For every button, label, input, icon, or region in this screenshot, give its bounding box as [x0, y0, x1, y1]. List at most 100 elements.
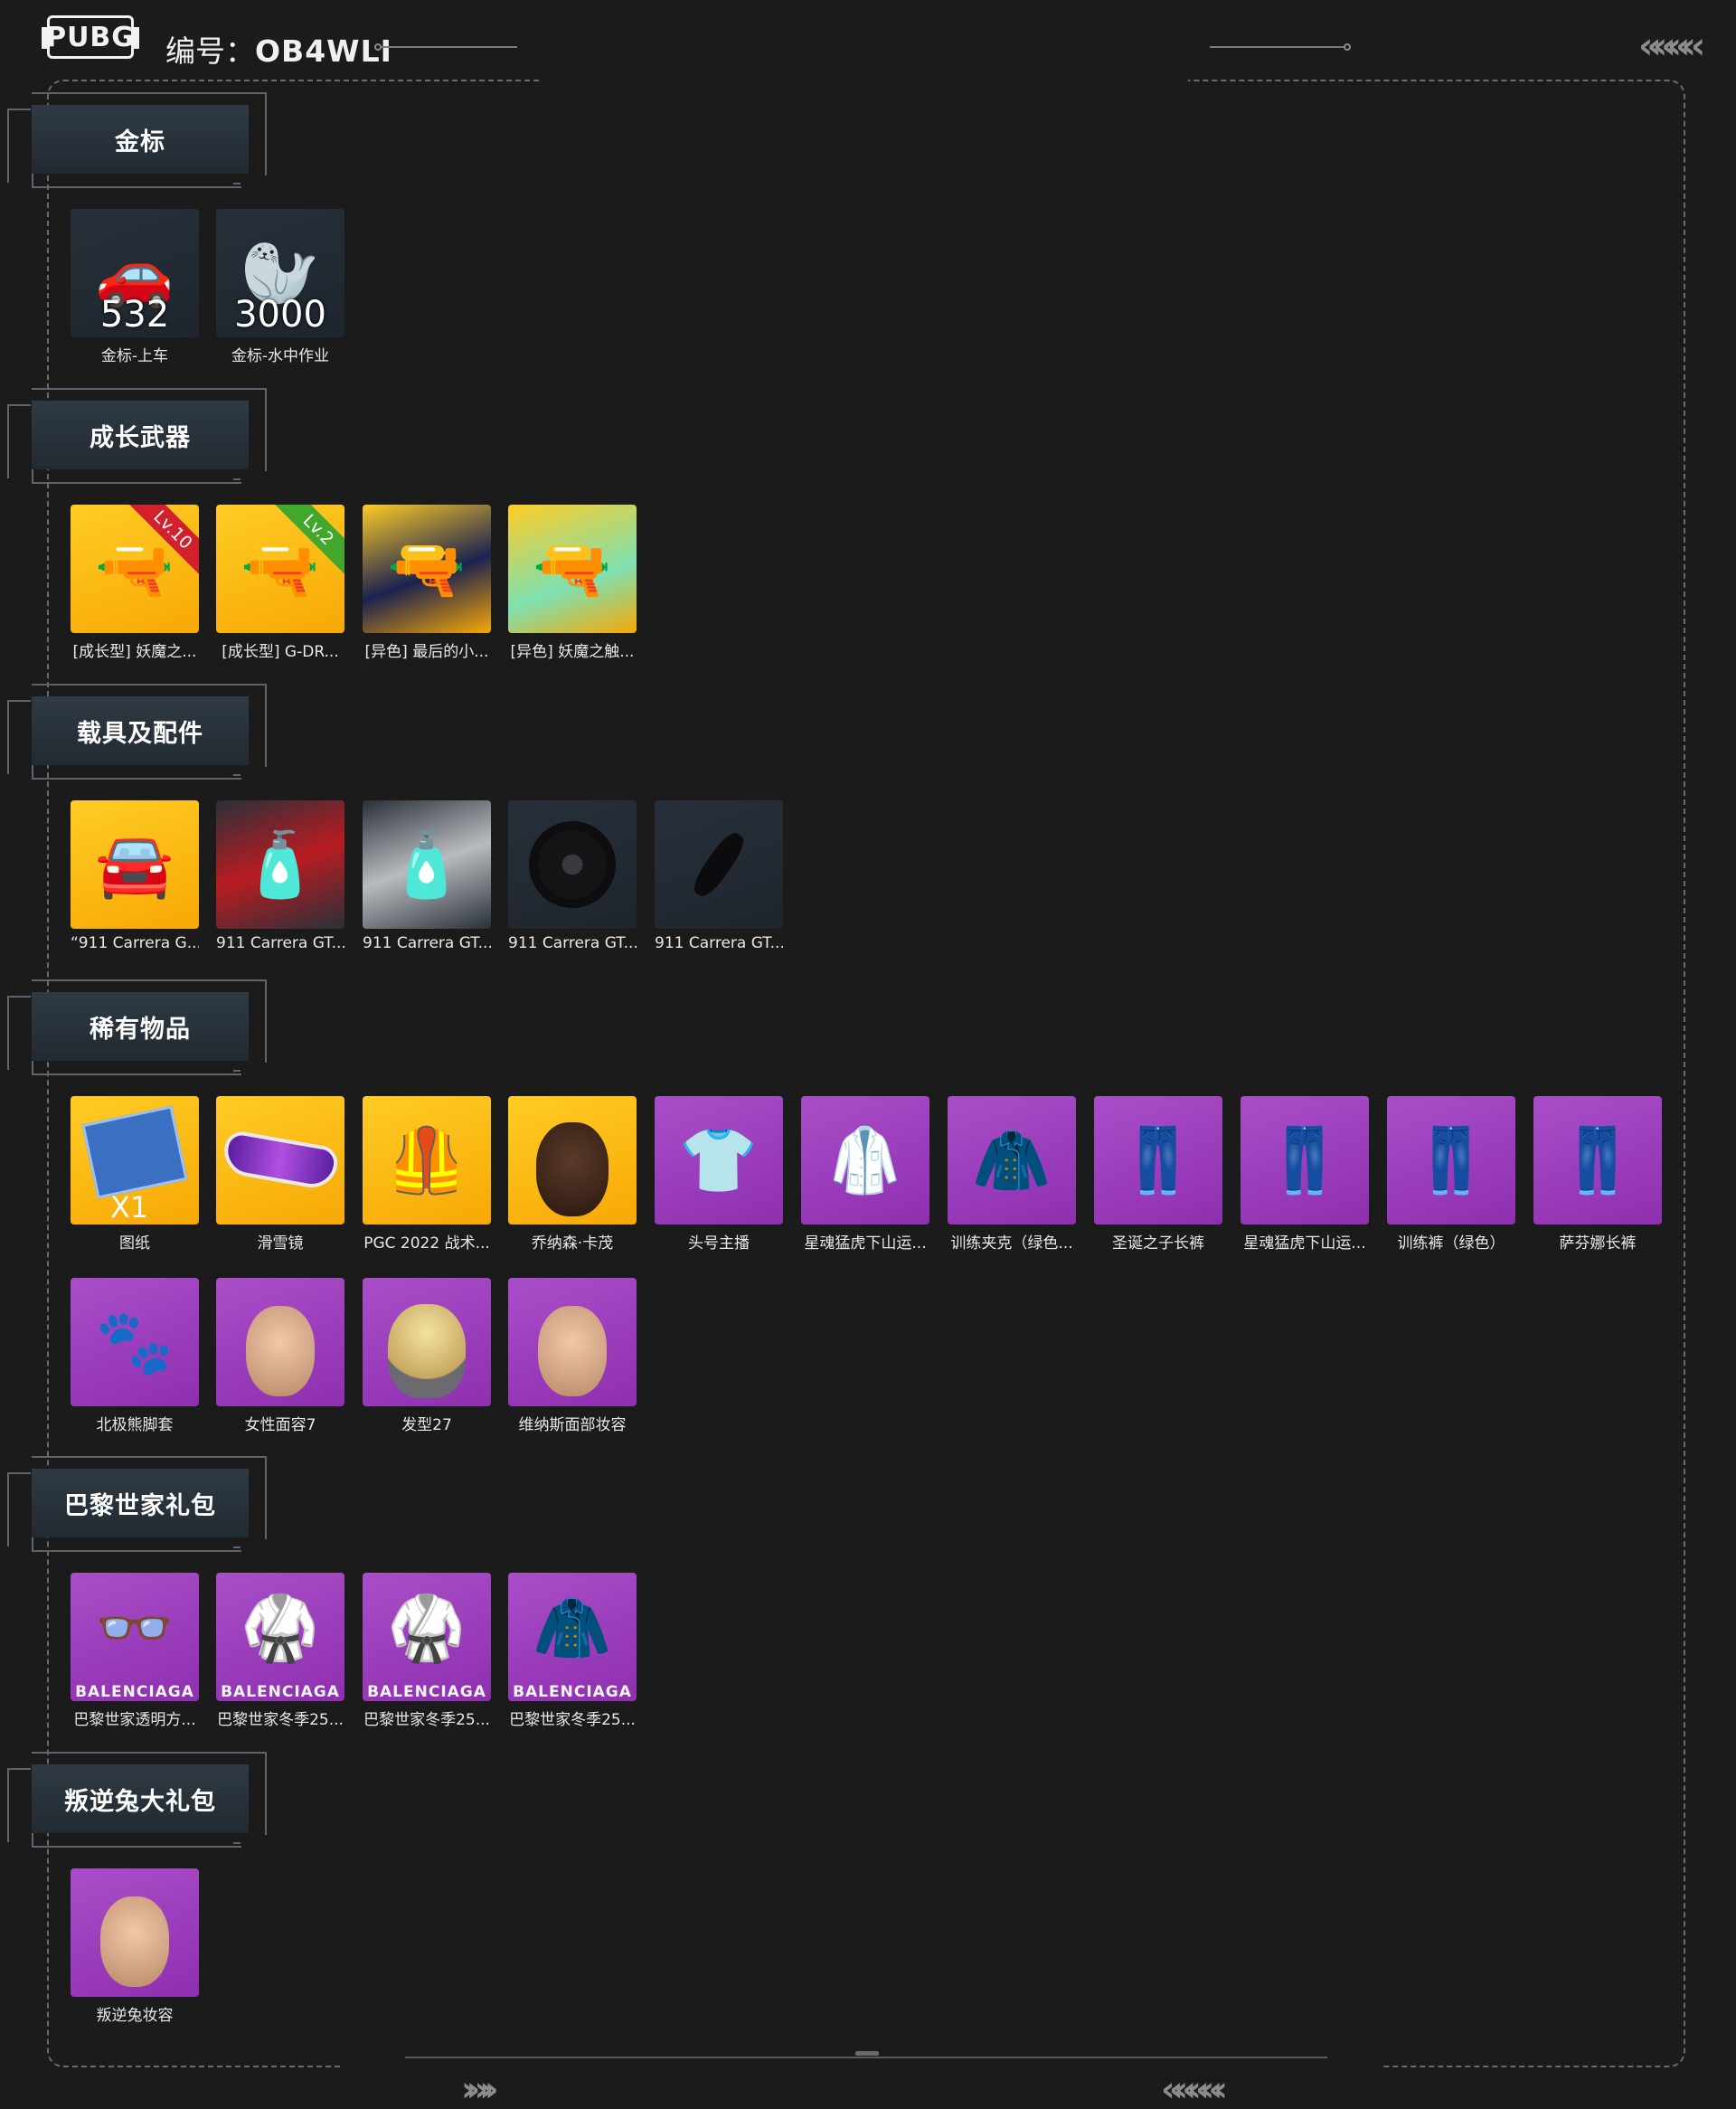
inventory-item[interactable]: 🔫 [异色] 妖魔之触...: [508, 505, 637, 661]
inventory-item[interactable]: 911 Carrera GT...: [508, 800, 637, 952]
chevron-left-decoration-icon: «««‹ ‹‹: [1161, 2069, 1228, 2109]
item-icon-pants: 👖: [1533, 1096, 1662, 1225]
section-header-vehicles: 载具及配件: [0, 684, 271, 792]
item-icon-rifle: 🔫: [508, 505, 637, 633]
inventory-item[interactable]: 👖 圣诞之子长裤: [1094, 1096, 1222, 1253]
item-icon-rifle: 🔫: [363, 505, 491, 633]
inventory-item[interactable]: 🔫 Lv.2 [成长型] G-DR...: [216, 505, 344, 661]
inventory-item[interactable]: 🚗 532 金标-上车: [71, 209, 199, 365]
item-quantity: X1: [110, 1190, 149, 1225]
chevron-right-decoration-icon: ›› ›››: [461, 2069, 498, 2109]
inventory-item[interactable]: 🚘 “911 Carrera G...: [71, 800, 199, 952]
inventory-item[interactable]: 👖 星魂猛虎下山运...: [1241, 1096, 1369, 1253]
item-label: 911 Carrera GT...: [655, 934, 783, 952]
item-label: 滑雪镜: [257, 1234, 304, 1253]
item-icon-gold-seal: 🦭 3000: [216, 209, 344, 337]
inventory-item[interactable]: 👖 训练裤（绿色）: [1387, 1096, 1515, 1253]
section-header-gold: 金标: [0, 92, 271, 201]
inventory-item[interactable]: 🧥 训练夹克（绿色...: [948, 1096, 1076, 1253]
item-icon-character-face: [216, 1278, 344, 1406]
item-icon-outfit: 🥋 BALENCIAGA: [216, 1573, 344, 1701]
item-label: 星魂猛虎下山运...: [804, 1234, 927, 1253]
inventory-item[interactable]: 👕 头号主播: [655, 1096, 783, 1253]
item-label: 金标-上车: [100, 347, 169, 365]
inventory-item[interactable]: X1 图纸: [71, 1096, 199, 1253]
brand-label: BALENCIAGA: [513, 1683, 632, 1701]
inventory-item[interactable]: 👓 BALENCIAGA 巴黎世家透明方...: [71, 1573, 199, 1729]
item-label: 巴黎世家冬季25...: [217, 1711, 344, 1729]
section-title: 巴黎世家礼包: [32, 1469, 249, 1537]
inventory-item[interactable]: 🧥 BALENCIAGA 巴黎世家冬季25...: [508, 1573, 637, 1729]
header-rule-right: [1210, 46, 1345, 48]
inventory-item[interactable]: 维纳斯面部妆容: [508, 1278, 637, 1434]
item-count: 3000: [234, 294, 326, 336]
line-end-dot: [1344, 43, 1351, 51]
inventory-item[interactable]: 🐾 北极熊脚套: [71, 1278, 199, 1434]
inventory-item[interactable]: 叛逆兔妆容: [71, 1868, 199, 2025]
item-icon-paw-slippers: 🐾: [71, 1278, 199, 1406]
item-icon-tshirt: 👕: [655, 1096, 783, 1225]
inventory-item[interactable]: 🧴 911 Carrera GT...: [216, 800, 344, 952]
item-label: 训练夹克（绿色...: [950, 1234, 1073, 1253]
section-title: 成长武器: [32, 401, 249, 469]
item-icon-ski-goggles: [216, 1096, 344, 1225]
item-count: 532: [99, 294, 170, 336]
inventory-item[interactable]: 🥋 BALENCIAGA 巴黎世家冬季25...: [216, 1573, 344, 1729]
inventory-item[interactable]: 滑雪镜: [216, 1096, 344, 1253]
inventory-item[interactable]: 女性面容7: [216, 1278, 344, 1434]
item-label: 萨芬娜长裤: [1559, 1234, 1637, 1253]
item-label: [异色] 最后的小...: [364, 643, 489, 661]
inventory-item[interactable]: 发型27: [363, 1278, 491, 1434]
brand-label: BALENCIAGA: [367, 1683, 486, 1701]
item-icon-outfit: 🧥 BALENCIAGA: [508, 1573, 637, 1701]
inventory-item[interactable]: 🔫 [异色] 最后的小...: [363, 505, 491, 661]
serial-value: OB4WLI: [255, 33, 392, 69]
inventory-item[interactable]: 🦺 PGC 2022 战术...: [363, 1096, 491, 1253]
item-icon-jacket: 🧥: [948, 1096, 1076, 1225]
inventory-item[interactable]: 乔纳森·卡茂: [508, 1096, 637, 1253]
serial-number: 编号：OB4WLI: [165, 27, 392, 71]
frame-gap-bottom: [344, 2060, 1383, 2073]
item-label: 头号主播: [688, 1234, 750, 1253]
item-icon-character-face: [71, 1868, 199, 1997]
item-label: 金标-水中作业: [231, 347, 330, 365]
item-icon-sunglasses: 👓 BALENCIAGA: [71, 1573, 199, 1701]
item-label: 训练裤（绿色）: [1397, 1234, 1505, 1253]
item-icon-gold-car: 🚗 532: [71, 209, 199, 337]
inventory-item[interactable]: 🥋 BALENCIAGA 巴黎世家冬季25...: [363, 1573, 491, 1729]
item-label: 图纸: [119, 1234, 150, 1253]
item-icon-pants: 👖: [1094, 1096, 1222, 1225]
item-label: 乔纳森·卡茂: [531, 1234, 614, 1253]
item-label: [异色] 妖魔之触...: [510, 643, 635, 661]
item-label: 北极熊脚套: [96, 1416, 174, 1434]
item-label: 星魂猛虎下山运...: [1243, 1234, 1366, 1253]
chevron-left-decoration-icon: «««‹ ‹: [1638, 25, 1705, 67]
line-end-dot: [374, 43, 382, 51]
item-icon-character-face: [508, 1096, 637, 1225]
item-icon-car-part: [655, 800, 783, 929]
serial-label: 编号：: [165, 33, 255, 69]
item-label: “911 Carrera G...: [71, 934, 199, 952]
section-header-rabbit: 叛逆兔大礼包: [0, 1752, 271, 1860]
inventory-item[interactable]: 🥼 星魂猛虎下山运...: [801, 1096, 929, 1253]
item-label: 巴黎世家透明方...: [73, 1711, 196, 1729]
inventory-item[interactable]: 👖 萨芬娜长裤: [1533, 1096, 1662, 1253]
item-label: PGC 2022 战术...: [363, 1234, 490, 1253]
section-header-rare: 稀有物品: [0, 979, 271, 1088]
inventory-item[interactable]: 911 Carrera GT...: [655, 800, 783, 952]
section-title: 载具及配件: [32, 696, 249, 765]
item-icon-pants: 👖: [1387, 1096, 1515, 1225]
inventory-item[interactable]: 🦭 3000 金标-水中作业: [216, 209, 344, 365]
item-label: 911 Carrera GT...: [216, 934, 344, 952]
item-icon-blueprint: X1: [71, 1096, 199, 1225]
item-icon-car: 🚘: [71, 800, 199, 929]
frame-gap-top: [542, 72, 1188, 85]
content-frame: [47, 80, 1685, 2067]
inventory-item[interactable]: 🔫 Lv.10 [成长型] 妖魔之...: [71, 505, 199, 661]
section-header-weapons: 成长武器: [0, 388, 271, 497]
item-label: 维纳斯面部妆容: [518, 1416, 627, 1434]
footer-tick: [855, 2051, 879, 2056]
item-label: 911 Carrera GT...: [508, 934, 637, 952]
inventory-item[interactable]: 🧴 911 Carrera GT...: [363, 800, 491, 952]
section-header-balenciaga: 巴黎世家礼包: [0, 1456, 271, 1565]
